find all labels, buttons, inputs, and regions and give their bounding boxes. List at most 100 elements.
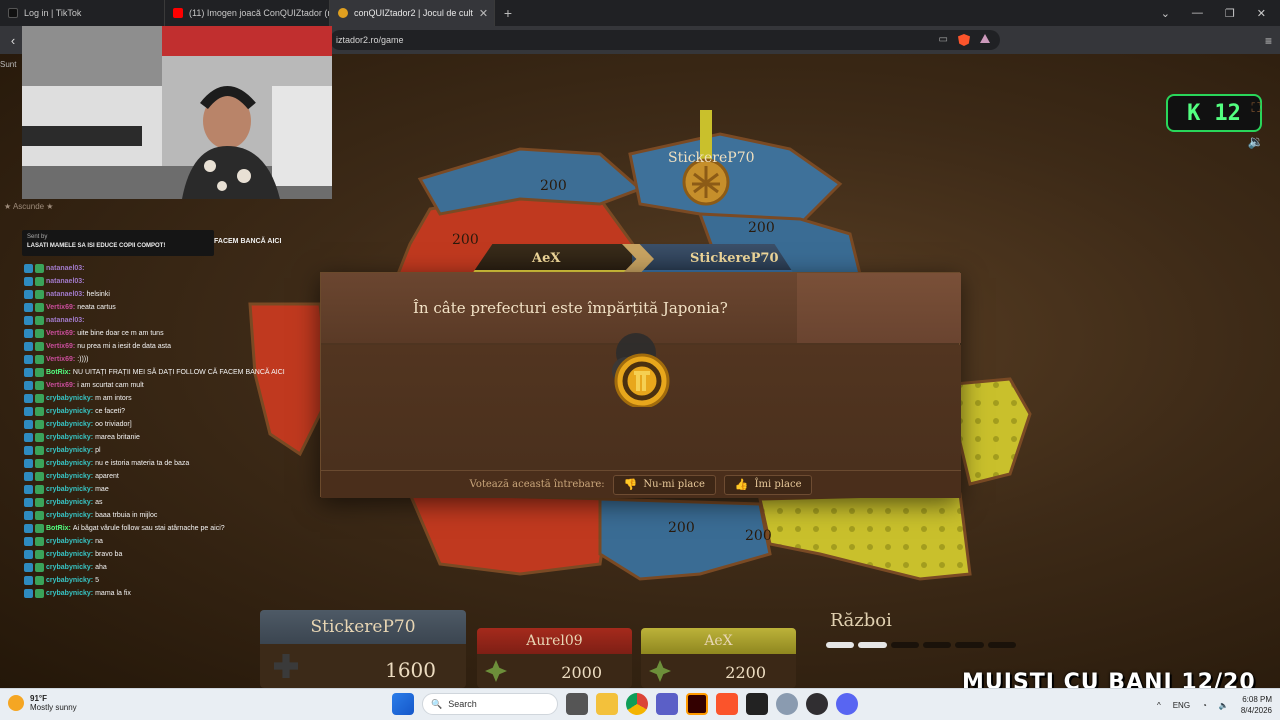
volume-icon[interactable]: 🔈	[1219, 701, 1229, 710]
chat-username[interactable]: crybabynicky:	[46, 590, 93, 597]
score-value: 2000	[561, 663, 602, 682]
cast-icon[interactable]: ▭	[939, 34, 948, 46]
subscriber-badge-icon	[24, 407, 33, 416]
chat-username[interactable]: crybabynicky:	[46, 473, 93, 480]
moderator-badge-icon	[35, 303, 44, 312]
discord-icon[interactable]	[836, 693, 858, 715]
chat-username[interactable]: crybabynicky:	[46, 499, 93, 506]
chrome-icon[interactable]	[626, 693, 648, 715]
restore-icon[interactable]: ❐	[1225, 7, 1235, 20]
region-value: 200	[745, 528, 772, 544]
fullscreen-icon[interactable]: ⛶	[1246, 100, 1266, 120]
chat-username[interactable]: crybabynicky:	[46, 551, 93, 558]
chat-username[interactable]: Vertix69:	[46, 330, 75, 337]
wifi-icon[interactable]: ◔	[1202, 701, 1207, 710]
chat-username[interactable]: crybabynicky:	[46, 512, 93, 519]
chevron-up-icon[interactable]: ^	[1157, 701, 1161, 710]
moderator-badge-icon	[35, 485, 44, 494]
score-card-aex: AeX 2200	[641, 628, 796, 688]
close-window-icon[interactable]: ✕	[1257, 7, 1266, 20]
sound-icon[interactable]: 🔉	[1246, 134, 1266, 154]
chat-username[interactable]: BotRix:	[46, 369, 71, 376]
emblem-icon	[485, 660, 507, 682]
moderator-badge-icon	[35, 342, 44, 351]
chat-username[interactable]: crybabynicky:	[46, 408, 93, 415]
browser-menu-icon[interactable]: ≡	[1265, 34, 1272, 48]
chat-username[interactable]: crybabynicky:	[46, 447, 93, 454]
moderator-badge-icon	[35, 420, 44, 429]
system-tray: ^ ENG ◔ 🔈 6:08 PM 8/4/2026	[1157, 694, 1272, 716]
brave-shields-icon[interactable]	[958, 34, 970, 46]
weather-widget[interactable]: 91°F Mostly sunny	[8, 694, 77, 712]
chat-username[interactable]: crybabynicky:	[46, 564, 93, 571]
chat-message: natanael03:	[24, 262, 324, 275]
settings-icon[interactable]	[776, 693, 798, 715]
chat-username[interactable]: Vertix69:	[46, 356, 75, 363]
region-yellow-south[interactable]	[758, 492, 972, 581]
chat-username[interactable]: crybabynicky:	[46, 577, 93, 584]
chat-username[interactable]: Vertix69:	[46, 304, 75, 311]
chat-username[interactable]: natanael03:	[46, 291, 85, 298]
clock[interactable]: 6:08 PM 8/4/2026	[1241, 694, 1272, 716]
obs-icon[interactable]	[806, 693, 828, 715]
taskbar-search[interactable]: 🔍 Search	[422, 693, 558, 715]
tab-search-icon[interactable]: ⌄	[1161, 7, 1170, 20]
question-card: În câte prefecturi este împărțită Japoni…	[320, 272, 961, 498]
chat-username[interactable]: Vertix69:	[46, 382, 75, 389]
like-button[interactable]: 👍 Îmi place	[723, 474, 813, 495]
window-controls: ⌄ — ❐ ✕	[1161, 0, 1280, 26]
side-label: Sunt	[0, 60, 17, 69]
time: 6:08 PM	[1242, 695, 1272, 704]
player-right-name: StickereP70	[690, 251, 779, 266]
subscriber-badge-icon	[24, 459, 33, 468]
brave-rewards-icon[interactable]	[980, 34, 990, 43]
chat-text: ce faceti?	[95, 408, 126, 415]
file-explorer-icon[interactable]	[596, 693, 618, 715]
chat-username[interactable]: crybabynicky:	[46, 486, 93, 493]
capcut-icon[interactable]	[746, 693, 768, 715]
brave-icon[interactable]	[716, 693, 738, 715]
close-icon[interactable]: ✕	[479, 7, 488, 20]
new-tab-button[interactable]: +	[495, 0, 521, 26]
thumbs-down-icon: 👎	[623, 478, 638, 491]
chat-username[interactable]: natanael03:	[46, 317, 85, 324]
region-yellow-east[interactable]	[953, 377, 1032, 486]
tab-conquiztador[interactable]: conQUIZtador2 | Jocul de cult ✕	[330, 0, 495, 26]
teams-icon[interactable]	[656, 693, 678, 715]
tab-youtube[interactable]: (11) Imogen joacă ConQUIZtador (m	[165, 0, 330, 26]
chat-username[interactable]: Vertix69:	[46, 343, 75, 350]
chat-text: baaa trbuia in mijloc	[95, 512, 158, 519]
chat-username[interactable]: crybabynicky:	[46, 421, 93, 428]
chat-text: as	[95, 499, 103, 506]
windows-start-icon[interactable]	[392, 693, 414, 715]
tab-tiktok[interactable]: Log in | TikTok	[0, 0, 165, 26]
subscriber-badge-icon	[24, 472, 33, 481]
chat-username[interactable]: crybabynicky:	[46, 460, 93, 467]
moderator-badge-icon	[35, 277, 44, 286]
chat-username[interactable]: natanael03:	[46, 265, 85, 272]
chat-username[interactable]: natanael03:	[46, 278, 85, 285]
chat-username[interactable]: crybabynicky:	[46, 538, 93, 545]
chat-username[interactable]: crybabynicky:	[46, 434, 93, 441]
task-view-icon[interactable]	[566, 693, 588, 715]
chat-text: aparent	[95, 473, 119, 480]
taskbar-apps: 🔍 Search	[392, 693, 858, 715]
chat-message: natanael03:	[24, 275, 324, 288]
chat-username[interactable]: crybabynicky:	[46, 395, 93, 402]
chat-username[interactable]: BotRix:	[46, 525, 71, 532]
chat-text: :))))	[77, 356, 89, 363]
moderator-badge-icon	[35, 511, 44, 520]
hide-chat-button[interactable]: ★ Ascunde ★	[4, 202, 53, 211]
question-header-right	[797, 273, 961, 343]
illustrator-icon[interactable]	[686, 693, 708, 715]
moderator-badge-icon	[35, 472, 44, 481]
dislike-button[interactable]: 👎 Nu-mi place	[612, 474, 716, 495]
subscriber-badge-icon	[24, 550, 33, 559]
conquiztador-icon	[338, 8, 348, 18]
region-red-south[interactable]	[407, 492, 612, 576]
minimize-icon[interactable]: —	[1192, 7, 1203, 19]
chat-text: 5	[95, 577, 99, 584]
address-bar[interactable]: iztador2.ro/game ▭	[330, 30, 1000, 50]
score-card-stickerep70: StickereP70 1600	[260, 610, 466, 688]
language-indicator[interactable]: ENG	[1173, 701, 1190, 710]
